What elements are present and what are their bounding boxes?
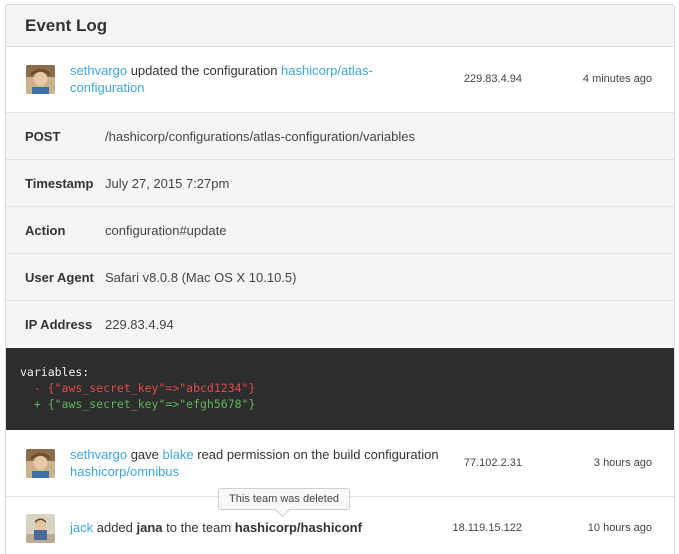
user-link[interactable]: sethvargo xyxy=(70,447,127,462)
code-removed-line: - {"aws_secret_key"=>"abcd1234"} xyxy=(20,381,256,395)
event-row[interactable]: sethvargo updated the configuration hash… xyxy=(6,47,674,113)
detail-row-timestamp: Timestamp July 27, 2015 7:27pm xyxy=(6,160,674,207)
user-name: jana xyxy=(136,520,163,535)
team-deleted-tooltip: This team was deleted xyxy=(218,488,351,510)
event-description: sethvargo updated the configuration hash… xyxy=(70,62,390,96)
event-time: 10 hours ago xyxy=(587,522,652,534)
event-verb: added xyxy=(93,520,137,535)
detail-label: User Agent xyxy=(25,269,94,285)
configuration-link[interactable]: hashicorp/omnibus xyxy=(70,464,179,479)
variables-diff-code: variables: - {"aws_secret_key"=>"abcd123… xyxy=(6,348,674,430)
code-added-line: + {"aws_secret_key"=>"efgh5678"} xyxy=(20,397,256,411)
event-time: 4 minutes ago xyxy=(582,73,652,85)
detail-value: configuration#update xyxy=(105,222,227,238)
detail-row-post: POST /hashicorp/configurations/atlas-con… xyxy=(6,113,674,160)
user-link[interactable]: blake xyxy=(163,447,194,462)
detail-value: 229.83.4.94 xyxy=(105,317,174,332)
user-link[interactable]: jack xyxy=(70,520,93,535)
event-ip: 229.83.4.94 xyxy=(463,73,522,85)
detail-label: IP Address xyxy=(25,317,93,332)
event-verb: updated the configuration xyxy=(127,63,282,78)
page-title: Event Log xyxy=(25,15,108,35)
event-verb: to the team xyxy=(162,520,235,535)
event-row[interactable]: sethvargo gave blake read permission on … xyxy=(6,430,674,497)
team-name: hashicorp/hashiconf xyxy=(234,520,362,535)
panel-header: Event Log xyxy=(6,5,674,47)
event-ip: 18.119.15.122 xyxy=(452,522,522,534)
detail-row-user-agent: User Agent Safari v8.0.8 (Mac OS X 10.10… xyxy=(6,254,674,301)
detail-value: /hashicorp/configurations/atlas-configur… xyxy=(105,128,416,144)
code-header: variables: xyxy=(20,365,90,379)
event-log-panel: Event Log sethvargo updated the configur… xyxy=(5,4,675,554)
event-time: 3 hours ago xyxy=(593,457,652,469)
user-avatar-icon[interactable] xyxy=(26,65,55,94)
event-verb: read permission on the build configurati… xyxy=(193,447,439,462)
detail-row-ip-address: IP Address 229.83.4.94 xyxy=(6,301,674,348)
user-link[interactable]: sethvargo xyxy=(70,63,127,78)
event-description: jack added jana to the team hashicorp/ha… xyxy=(70,519,440,536)
detail-value: July 27, 2015 7:27pm xyxy=(105,175,230,191)
detail-label: Action xyxy=(25,222,66,238)
user-avatar-icon[interactable] xyxy=(26,514,55,543)
detail-value: Safari v8.0.8 (Mac OS X 10.10.5) xyxy=(105,269,297,285)
detail-row-action: Action configuration#update xyxy=(6,207,674,254)
detail-label: Timestamp xyxy=(25,175,94,191)
user-avatar-icon[interactable] xyxy=(26,449,55,478)
event-ip: 77.102.2.31 xyxy=(463,457,522,469)
event-verb: gave xyxy=(127,447,163,462)
event-description: sethvargo gave blake read permission on … xyxy=(70,446,440,480)
detail-label: POST xyxy=(25,128,61,144)
